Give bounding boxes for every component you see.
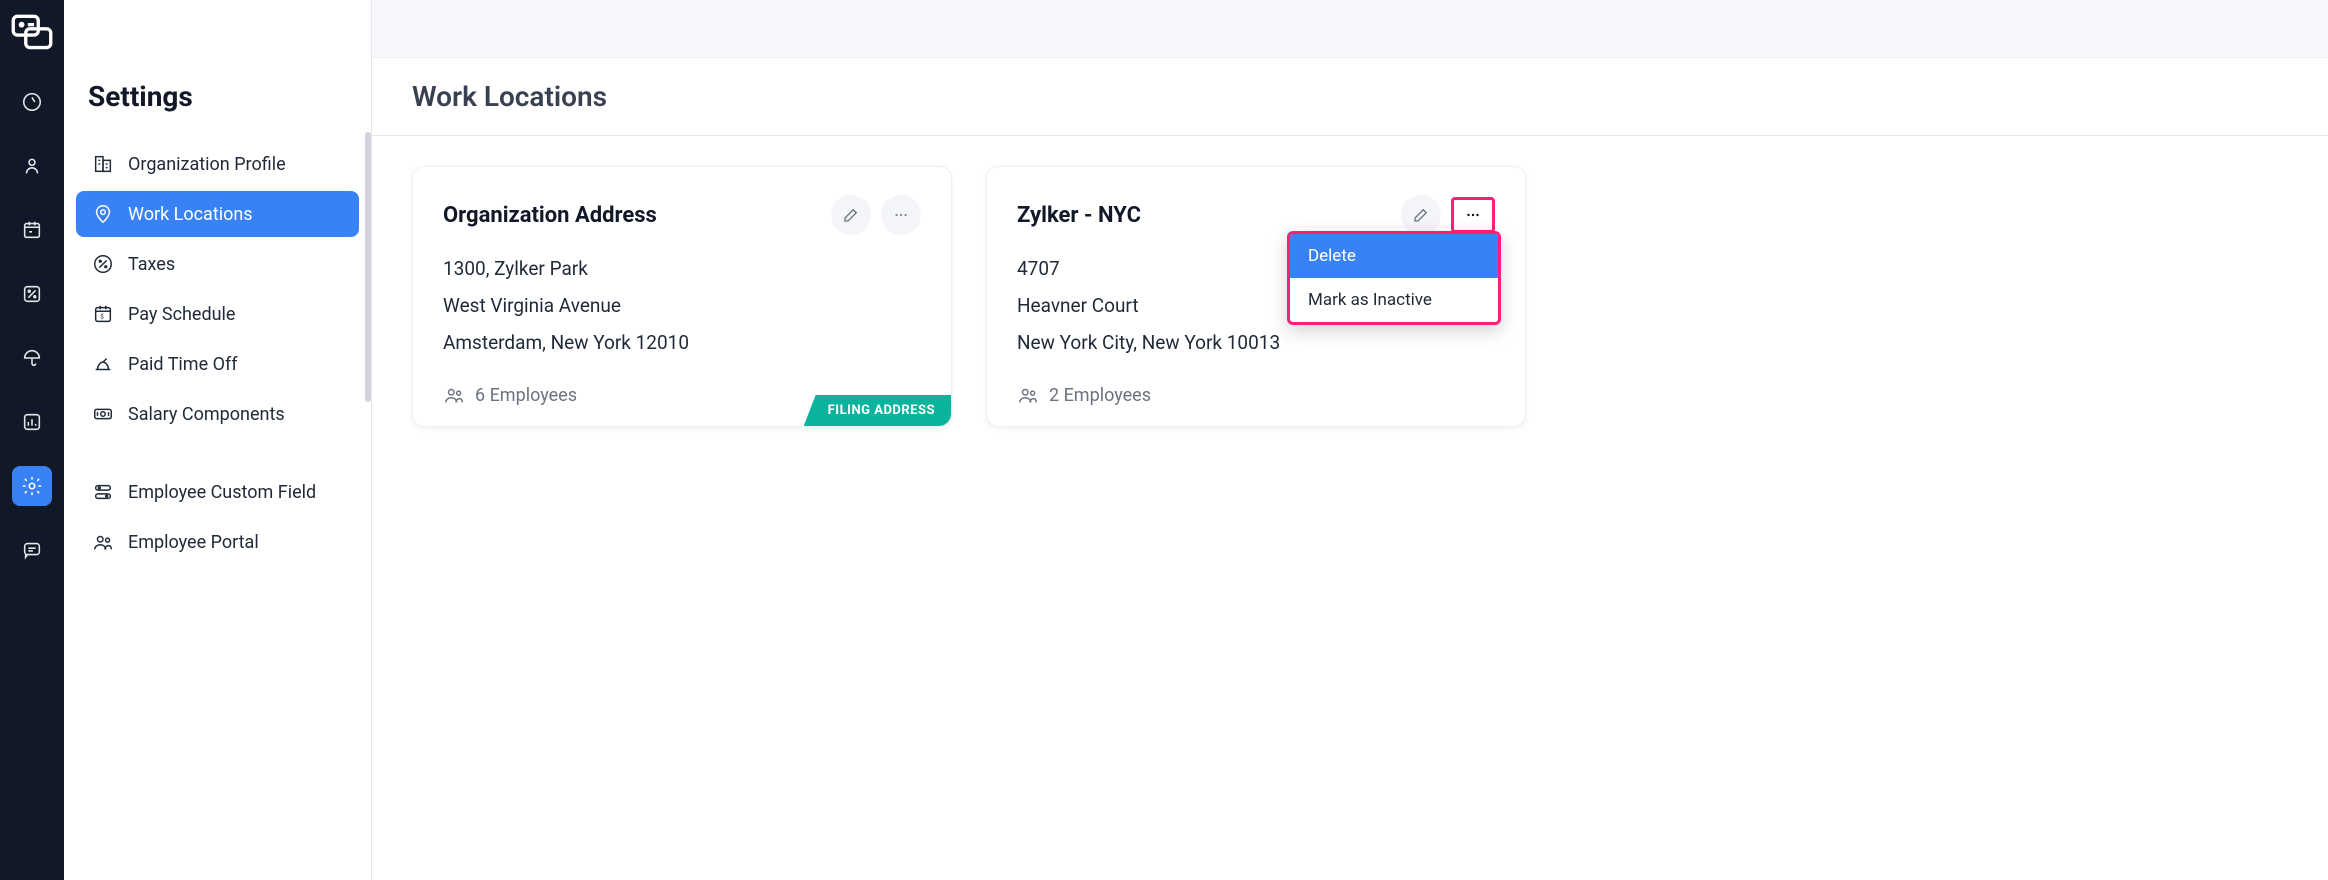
sidebar-item-label: Work Locations — [128, 204, 253, 225]
dropdown-item-delete[interactable]: Delete — [1290, 234, 1498, 278]
card-title: Zylker - NYC — [1017, 203, 1141, 228]
rail-dashboard-icon[interactable] — [12, 82, 52, 122]
address-line: 1300, Zylker Park — [443, 257, 921, 280]
sidebar-item-label: Salary Components — [128, 404, 285, 425]
edit-button[interactable] — [1401, 195, 1441, 235]
address-line: West Virginia Avenue — [443, 294, 921, 317]
location-card-organization-address: Organization Address 1300, Zylker Park W… — [412, 166, 952, 427]
more-button[interactable] — [881, 195, 921, 235]
sidebar-scrollbar[interactable] — [365, 132, 371, 402]
top-bar — [372, 0, 2328, 58]
location-card-zylker-nyc: Zylker - NYC 4707 Heavner Court New York… — [986, 166, 1526, 427]
sidebar-item-label: Taxes — [128, 254, 175, 275]
more-horizontal-icon — [892, 206, 910, 224]
rail-calendar-icon[interactable] — [12, 210, 52, 250]
settings-heading: Settings — [64, 80, 371, 141]
svg-text:$: $ — [100, 313, 104, 321]
pencil-icon — [1412, 206, 1430, 224]
address-line: New York City, New York 10013 — [1017, 331, 1495, 354]
sidebar-item-employee-portal[interactable]: Employee Portal — [76, 519, 359, 565]
filing-address-badge: FILING ADDRESS — [804, 395, 951, 426]
more-button-highlighted[interactable] — [1451, 197, 1495, 233]
sidebar-item-taxes[interactable]: Taxes — [76, 241, 359, 287]
people-icon — [1017, 384, 1039, 406]
sidebar-item-label: Employee Custom Field — [128, 482, 316, 503]
rail-people-icon[interactable] — [12, 146, 52, 186]
sidebar-item-salary-components[interactable]: Salary Components — [76, 391, 359, 437]
dropdown-item-mark-inactive[interactable]: Mark as Inactive — [1290, 278, 1498, 322]
sidebar-item-organization-profile[interactable]: Organization Profile — [76, 141, 359, 187]
app-logo-icon[interactable] — [7, 8, 57, 58]
sidebar-item-label: Pay Schedule — [128, 304, 235, 325]
rail-umbrella-icon[interactable] — [12, 338, 52, 378]
card-title: Organization Address — [443, 203, 657, 228]
sidebar-item-paid-time-off[interactable]: Paid Time Off — [76, 341, 359, 387]
address-line: Amsterdam, New York 12010 — [443, 331, 921, 354]
sidebar-item-work-locations[interactable]: Work Locations — [76, 191, 359, 237]
rail-settings-icon[interactable] — [12, 466, 52, 506]
people-icon — [443, 384, 465, 406]
more-horizontal-icon — [1464, 206, 1482, 224]
rail-chat-icon[interactable] — [12, 530, 52, 570]
employee-count: 2 Employees — [1017, 384, 1151, 406]
employee-count-label: 6 Employees — [475, 385, 577, 406]
app-icon-rail — [0, 0, 64, 880]
page-header: Work Locations — [372, 58, 2328, 136]
settings-sidebar: Settings Organization Profile Work Locat… — [64, 0, 372, 880]
pencil-icon — [842, 206, 860, 224]
rail-reports-icon[interactable] — [12, 402, 52, 442]
edit-button[interactable] — [831, 195, 871, 235]
sidebar-item-label: Employee Portal — [128, 532, 259, 553]
sidebar-item-pay-schedule[interactable]: $ Pay Schedule — [76, 291, 359, 337]
page-title: Work Locations — [412, 80, 2288, 113]
sidebar-item-label: Paid Time Off — [128, 354, 238, 375]
main-area: Work Locations Organization Address 1300… — [372, 0, 2328, 880]
employee-count: 6 Employees — [443, 384, 577, 406]
card-actions-dropdown: Delete Mark as Inactive — [1287, 231, 1501, 325]
rail-percent-icon[interactable] — [12, 274, 52, 314]
employee-count-label: 2 Employees — [1049, 385, 1151, 406]
sidebar-item-employee-custom-field[interactable]: Employee Custom Field — [76, 469, 359, 515]
sidebar-item-label: Organization Profile — [128, 154, 286, 175]
